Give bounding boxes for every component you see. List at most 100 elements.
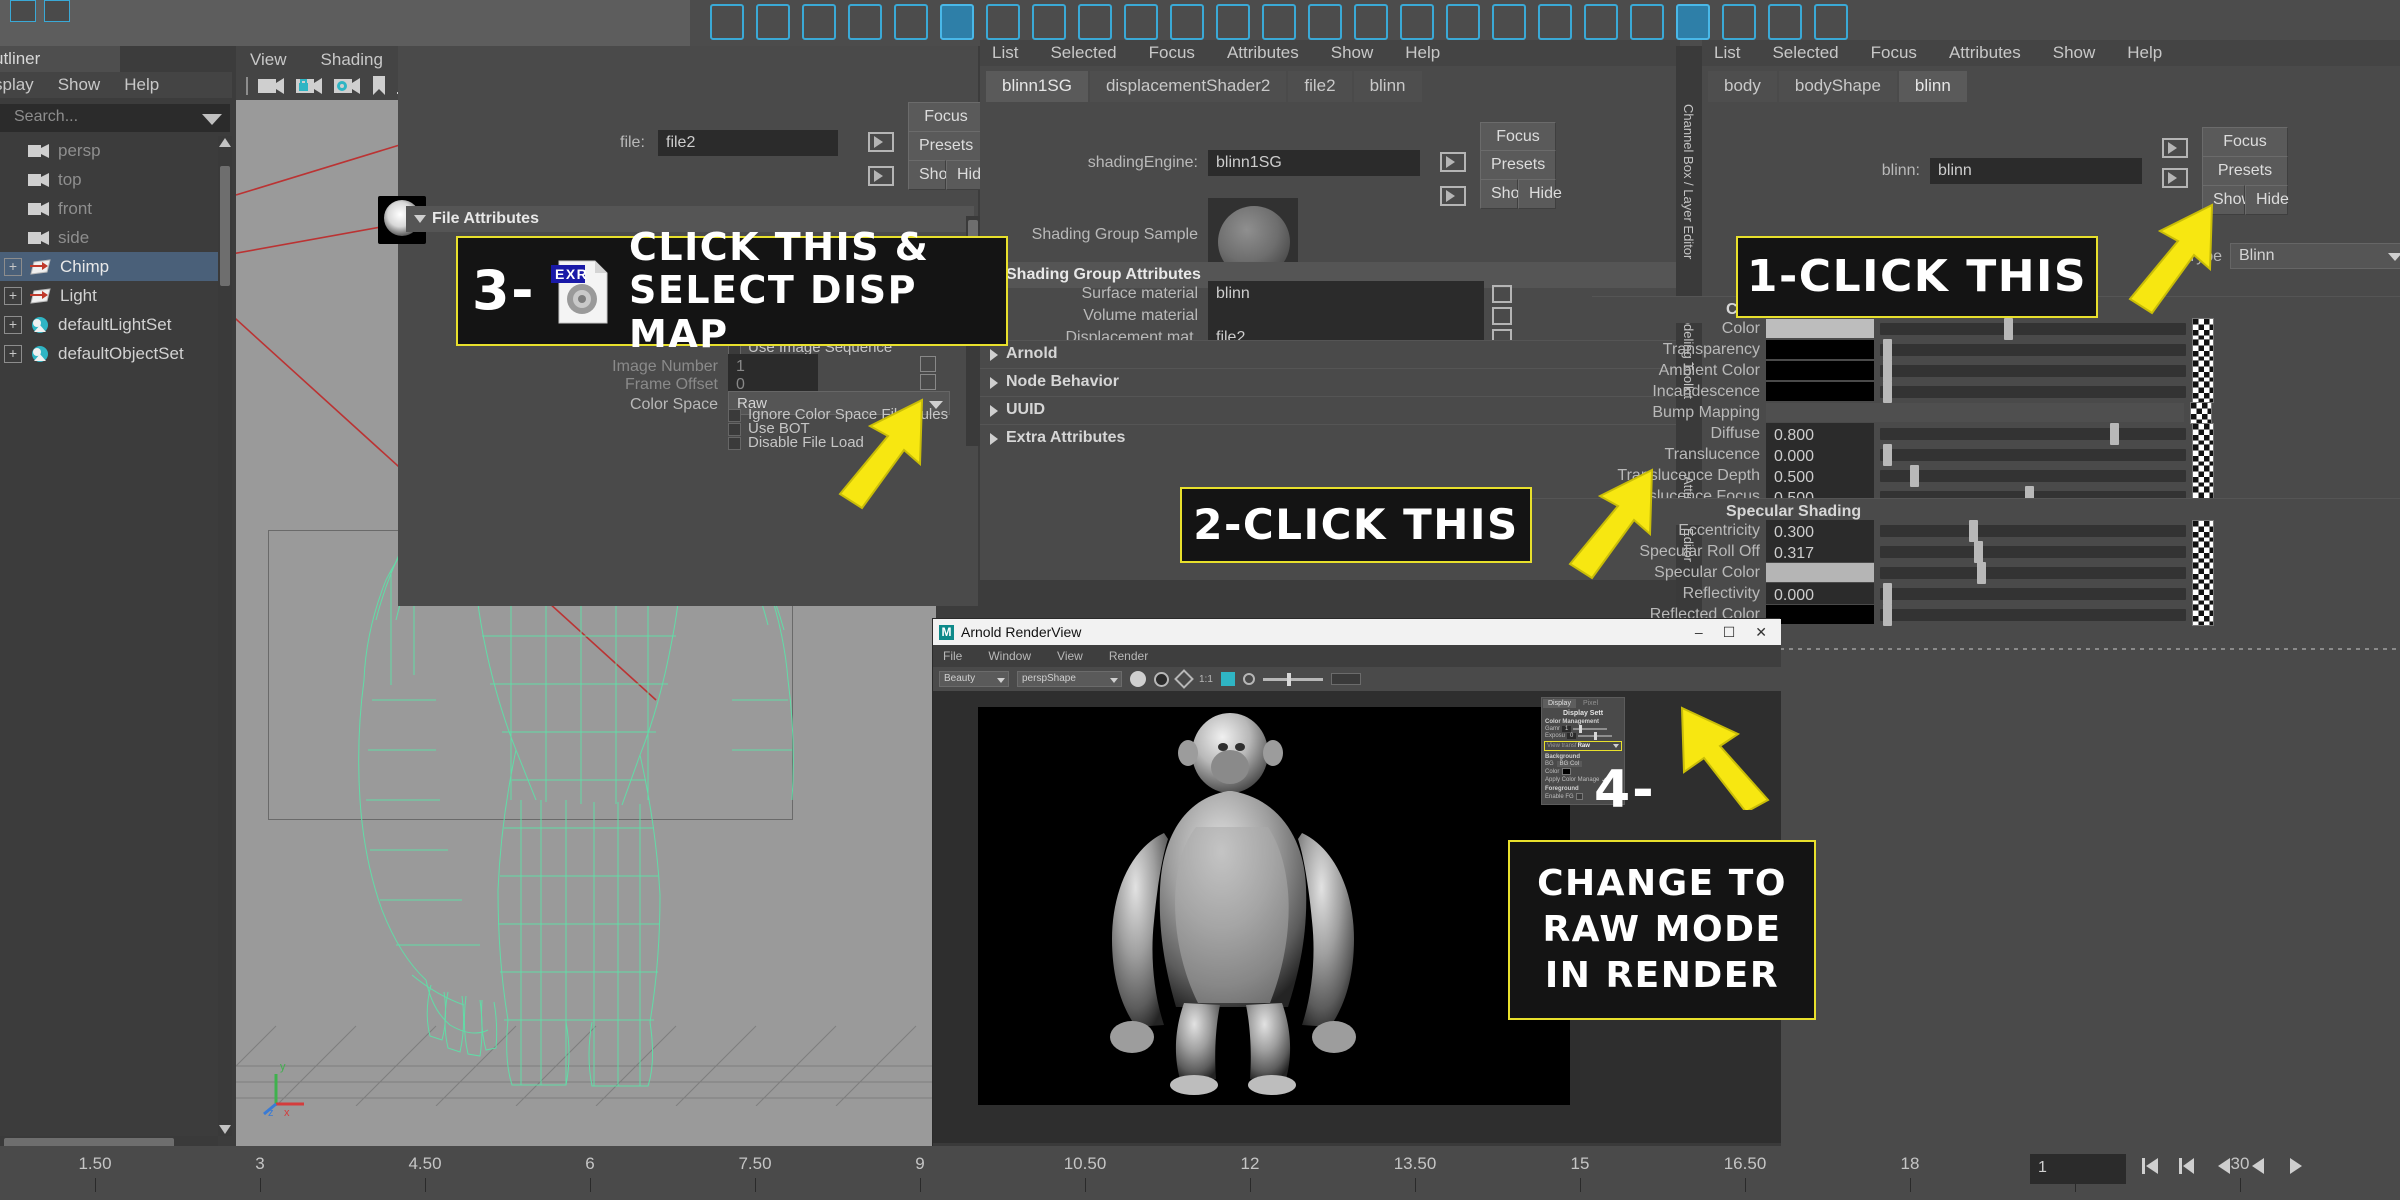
color-management-icon[interactable] [1220, 672, 1235, 686]
outliner-item-persp[interactable]: persp [0, 136, 218, 165]
common-attr-slider[interactable] [1880, 422, 2186, 445]
outliner-tree[interactable]: persp top front side + Chimp + Light + defaultLig… [0, 136, 218, 1136]
chevron-down-icon[interactable] [2388, 253, 2400, 261]
sg-menu-help[interactable]: Help [1405, 43, 1440, 63]
outliner-menubar[interactable]: splay Show Help [0, 72, 232, 98]
ae-menu-focus[interactable]: Focus [1871, 43, 1917, 63]
common-attr-map-button[interactable] [2192, 338, 2214, 361]
minimize-icon[interactable]: – [1695, 624, 1703, 641]
render-stop-icon[interactable] [1154, 671, 1169, 687]
sg-hide-button[interactable]: Hide [1518, 179, 1562, 209]
bookmark-icon[interactable] [372, 76, 386, 96]
output-connection-icon[interactable] [868, 166, 894, 186]
shelf-icon-mirror[interactable] [1630, 4, 1664, 40]
ae-menu-help[interactable]: Help [2127, 43, 2162, 63]
outliner-item-chimp[interactable]: + Chimp [0, 252, 218, 281]
rv-menu-file[interactable]: File [943, 649, 962, 663]
shelf-icon[interactable] [44, 0, 70, 22]
ae-menu-attributes[interactable]: Attributes [1949, 43, 2021, 63]
outliner-item-side[interactable]: side [0, 223, 218, 252]
output-connection-icon[interactable] [2162, 168, 2188, 188]
go-start-icon[interactable] [2140, 1156, 2162, 1176]
expand-toggle-icon[interactable]: + [4, 344, 22, 363]
common-attr-map-button[interactable] [2190, 401, 2212, 424]
shelf-icon-separate[interactable] [1538, 4, 1572, 40]
tab-pixel[interactable]: Pixel [1577, 699, 1604, 708]
shelf-icon-poly-cube[interactable] [710, 4, 744, 40]
specular-attr-color-swatch[interactable] [1766, 605, 1874, 624]
sg-presets-button[interactable]: Presets [1480, 150, 1556, 180]
specular-attr-color-swatch[interactable] [1766, 563, 1874, 582]
input-connection-icon[interactable] [868, 132, 894, 152]
renderview-toolbar[interactable]: Beauty perspShape 1:1 [933, 667, 1781, 691]
outliner-tab[interactable]: utliner [0, 46, 120, 72]
scroll-down-icon[interactable] [219, 1125, 231, 1134]
shelf-icon-boolean[interactable] [1584, 4, 1618, 40]
tab-blinn[interactable]: blinn [1353, 71, 1422, 102]
use-bot-checkbox[interactable] [728, 423, 741, 436]
ae-menubar[interactable]: List Selected Focus Attributes Show Help [1702, 40, 2400, 66]
display-settings-tabs[interactable]: Display Pixel [1542, 698, 1624, 709]
step-back-icon[interactable] [2212, 1156, 2234, 1176]
transport-controls[interactable] [2140, 1156, 2306, 1176]
connect-icon[interactable] [1492, 285, 1512, 303]
rv-menu-window[interactable]: Window [988, 649, 1031, 663]
common-attr-value-field[interactable]: 0.000 [1766, 444, 1874, 465]
shelf-icon-combine[interactable] [1492, 4, 1526, 40]
shelf-icon-poly-cone[interactable] [848, 4, 882, 40]
common-attr-color-swatch[interactable] [1766, 361, 1874, 380]
outliner-menu-display[interactable]: splay [0, 75, 34, 95]
attribute-editor-tabs[interactable]: body bodyShape blinn [1702, 71, 2400, 102]
hide-button[interactable]: Hide [946, 160, 990, 190]
expand-toggle-icon[interactable]: + [4, 257, 22, 276]
shelf-icon[interactable] [10, 0, 36, 22]
bg-color-swatch[interactable] [1562, 768, 1572, 775]
tab-display[interactable]: Display [1543, 699, 1576, 708]
bg-value[interactable]: BG Col [1556, 761, 1583, 767]
viewport-toolbar[interactable] [246, 74, 418, 98]
common-attr-map-button[interactable] [2192, 359, 2214, 382]
tab-displacementshader2[interactable]: displacementShader2 [1089, 71, 1287, 102]
camera-dropdown[interactable]: perspShape [1017, 671, 1122, 687]
ae-type-dropdown[interactable]: Blinn [2230, 243, 2400, 269]
timeline-ruler[interactable]: 1.5034.5067.50910.501213.501516.50182430 [0, 1146, 2249, 1200]
outliner-menu-show[interactable]: Show [58, 75, 101, 95]
outliner-item-front[interactable]: front [0, 194, 218, 223]
maximize-icon[interactable]: ☐ [1723, 624, 1736, 641]
ae-presets-button[interactable]: Presets [2202, 156, 2288, 186]
ignore-color-space-rules-checkbox[interactable] [728, 409, 741, 422]
exposure-value[interactable]: 0 [1567, 733, 1577, 739]
specular-attr-slider[interactable] [1880, 540, 2186, 563]
file-name-field[interactable]: file2 [658, 130, 838, 156]
tab-bodyshape[interactable]: bodyShape [1778, 71, 1897, 102]
common-attr-slider[interactable] [1880, 338, 2186, 361]
output-connection-icon[interactable] [1440, 186, 1466, 206]
gamma-slider[interactable] [1573, 725, 1608, 733]
sg-menu-selected[interactable]: Selected [1050, 43, 1116, 63]
shelf-icon-uv-editor[interactable] [1814, 4, 1848, 40]
timeline[interactable]: 1.5034.5067.50910.501213.501516.50182430… [0, 1146, 2400, 1200]
outliner-item-top[interactable]: top [0, 165, 218, 194]
enable-fg-checkbox[interactable] [1575, 793, 1583, 800]
common-attr-map-button[interactable] [2192, 422, 2214, 445]
renderview-menubar[interactable]: File Window View Render [933, 645, 1781, 667]
shelf-icon-poly-soccer[interactable] [1170, 4, 1204, 40]
camera-icon[interactable] [258, 77, 286, 95]
shelf-icon-poly-sphere[interactable] [756, 4, 790, 40]
focus-button[interactable]: Focus [908, 102, 984, 132]
side-tab-channel-box[interactable]: Channel Box / Layer Editor [1681, 104, 1696, 259]
specular-attr-map-button[interactable] [2192, 603, 2214, 626]
expand-toggle-icon[interactable]: + [4, 286, 22, 305]
shading-group-tabs[interactable]: blinn1SG displacementShader2 file2 blinn [980, 71, 1680, 102]
gamma-value[interactable]: 1 [1562, 726, 1572, 732]
play-icon[interactable] [2284, 1156, 2306, 1176]
specular-attr-slider[interactable] [1880, 519, 2186, 542]
specular-attr-map-button[interactable] [2192, 519, 2214, 542]
shading-engine-field[interactable]: blinn1SG [1208, 150, 1420, 176]
shelf-icon-poly-pyramid[interactable] [1032, 4, 1066, 40]
chevron-down-icon[interactable] [1110, 678, 1118, 683]
common-attr-color-swatch[interactable] [1766, 340, 1874, 359]
ae-hide-button[interactable]: Hide [2245, 185, 2289, 215]
viewport-menu-shading[interactable]: Shading [321, 50, 383, 70]
gamma-field[interactable] [1330, 673, 1361, 685]
